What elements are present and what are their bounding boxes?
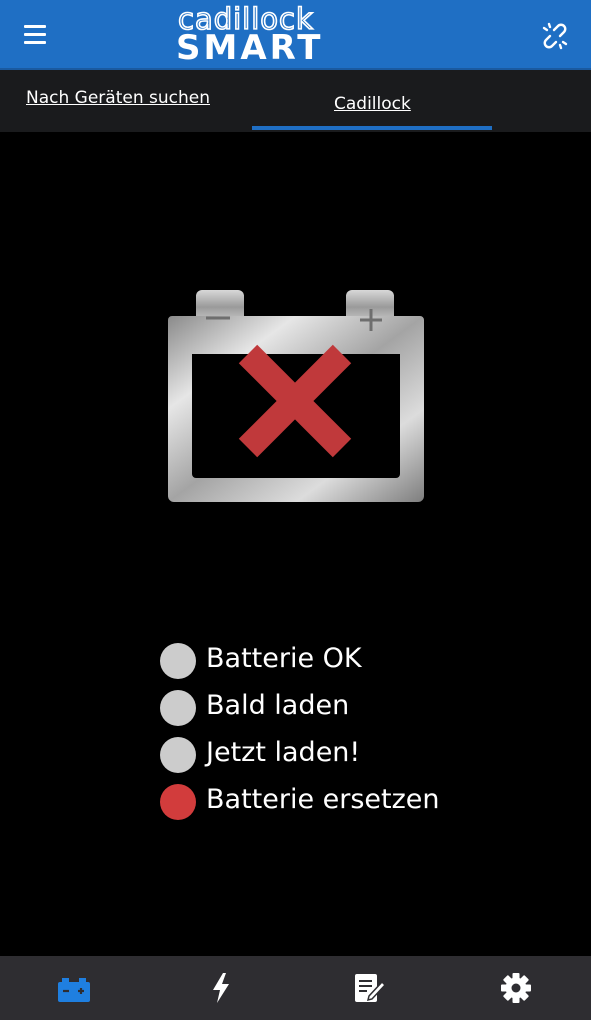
logo-bottom-text: SMART xyxy=(176,28,324,68)
lightning-icon xyxy=(213,973,229,1003)
nav-battery[interactable] xyxy=(0,956,147,1020)
status-dot xyxy=(160,690,196,726)
legend-label: Batterie ersetzen xyxy=(206,784,440,815)
settings-gear-icon xyxy=(501,973,531,1003)
nav-settings[interactable] xyxy=(442,956,589,1020)
legend-item-jetzt-laden: Jetzt laden! xyxy=(160,734,500,781)
legend-item-batterie-ok: Batterie OK xyxy=(160,640,500,687)
cadillock-smart-logo: cadillock SMART xyxy=(174,3,434,68)
error-x-mark xyxy=(238,344,352,458)
battery-error-x-icon xyxy=(168,288,424,504)
app-root: cadillock SMART Nach Geräten suchen Cadi… xyxy=(0,0,591,1020)
battery-icon xyxy=(58,978,90,1002)
broken-link-icon[interactable] xyxy=(540,22,570,50)
status-dot xyxy=(160,643,196,679)
status-dot xyxy=(160,737,196,773)
menu-bar xyxy=(24,33,46,36)
tab-cadillock[interactable]: Cadillock xyxy=(334,94,411,114)
hamburger-menu-icon[interactable] xyxy=(20,22,52,48)
nav-lightning[interactable] xyxy=(147,956,294,1020)
app-header: cadillock SMART xyxy=(0,0,591,70)
menu-bar xyxy=(24,41,46,44)
battery-status-legend: Batterie OK Bald laden Jetzt laden! Batt… xyxy=(160,640,500,828)
notes-icon xyxy=(355,974,386,1002)
menu-bar xyxy=(24,25,46,28)
legend-label: Batterie OK xyxy=(206,643,362,674)
status-dot-active xyxy=(160,784,196,820)
nav-notes[interactable] xyxy=(295,956,442,1020)
legend-item-bald-laden: Bald laden xyxy=(160,687,500,734)
tab-bar: Nach Geräten suchen Cadillock xyxy=(0,70,591,132)
active-tab-indicator xyxy=(252,126,492,130)
legend-item-batterie-ersetzen: Batterie ersetzen xyxy=(160,781,500,828)
legend-label: Jetzt laden! xyxy=(206,737,361,768)
legend-label: Bald laden xyxy=(206,690,350,721)
tab-search-devices[interactable]: Nach Geräten suchen xyxy=(26,88,210,108)
bottom-navigation xyxy=(0,956,591,1020)
